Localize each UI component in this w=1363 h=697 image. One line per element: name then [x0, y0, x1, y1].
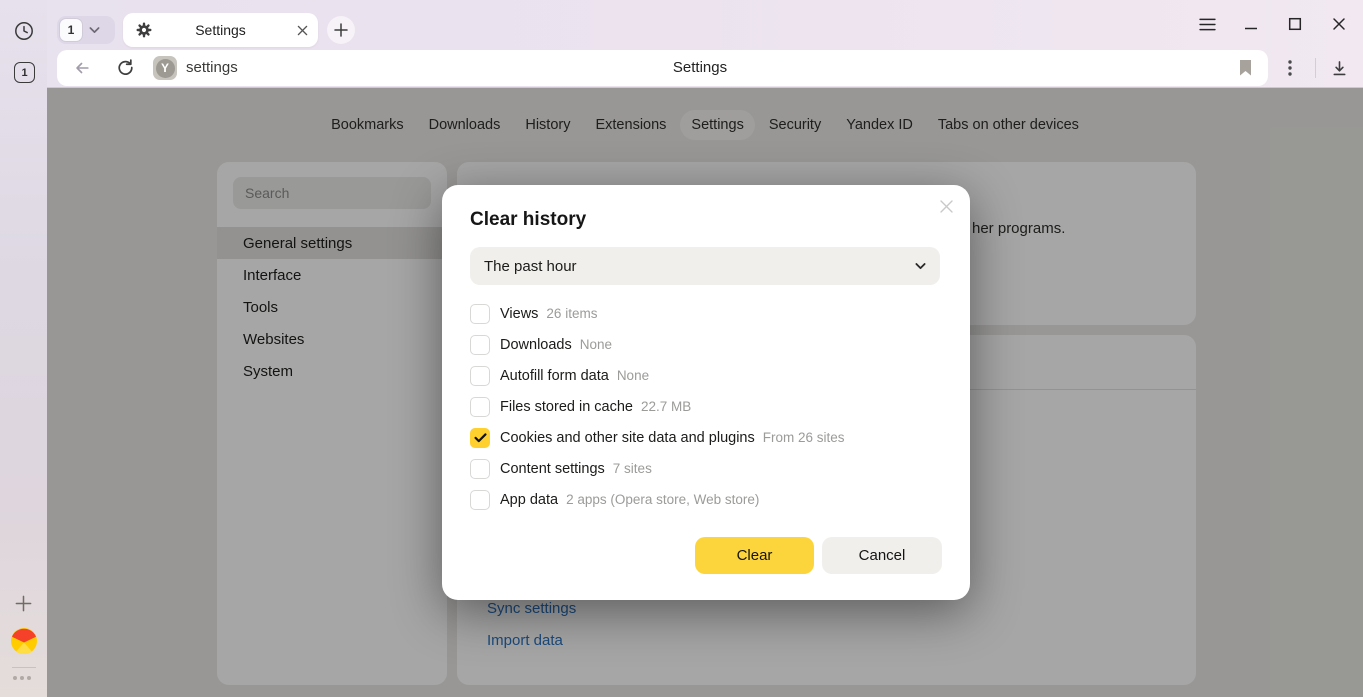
tab-panel-badge[interactable]: 1 — [14, 62, 35, 83]
checkbox[interactable] — [470, 428, 490, 448]
checkbox[interactable] — [470, 490, 490, 510]
chevron-down-icon — [89, 26, 100, 34]
tab-count-badge: 1 — [60, 19, 82, 41]
tab-close-icon[interactable] — [297, 25, 308, 36]
option-label: Autofill form data — [500, 368, 609, 384]
clear-history-dialog: Clear history The past hour Views 26 ite… — [442, 185, 970, 600]
time-range-value: The past hour — [484, 258, 577, 275]
option-detail: From 26 sites — [763, 430, 845, 445]
site-badge-chip[interactable]: Y — [153, 56, 177, 80]
clear-option-row[interactable]: Content settings 7 sites — [470, 453, 942, 484]
option-label: Cookies and other site data and plugins — [500, 430, 755, 446]
browser-left-rail: 1 — [0, 0, 47, 697]
option-label: App data — [500, 492, 558, 508]
option-label: Views — [500, 306, 538, 322]
bookmark-icon[interactable] — [1239, 60, 1252, 76]
clear-option-row[interactable]: Files stored in cache 22.7 MB — [470, 391, 942, 422]
clear-option-row[interactable]: Autofill form data None — [470, 360, 942, 391]
dialog-close-icon[interactable] — [939, 199, 954, 214]
close-icon[interactable] — [1317, 0, 1361, 48]
rail-divider — [12, 667, 36, 668]
download-icon[interactable] — [1328, 57, 1350, 79]
option-label: Content settings — [500, 461, 605, 477]
clear-option-row[interactable]: Downloads None — [470, 329, 942, 360]
tab-strip: 1 Settings — [47, 0, 1363, 48]
checkbox[interactable] — [470, 459, 490, 479]
toolbar: Y settings Settings — [47, 48, 1363, 88]
reload-icon[interactable] — [116, 58, 135, 77]
maximize-icon[interactable] — [1273, 0, 1317, 48]
option-label: Files stored in cache — [500, 399, 633, 415]
option-detail: 2 apps (Opera store, Web store) — [566, 492, 759, 507]
yandex-site-icon: Y — [156, 59, 175, 78]
more-menu-icon[interactable] — [1279, 57, 1301, 79]
toolbar-divider — [1315, 58, 1316, 78]
address-bar[interactable]: Y settings Settings — [57, 50, 1268, 86]
option-detail: 22.7 MB — [641, 399, 691, 414]
option-detail: 26 items — [546, 306, 597, 321]
time-range-select[interactable]: The past hour — [470, 247, 940, 285]
clear-option-row[interactable]: Cookies and other site data and plugins … — [470, 422, 942, 453]
add-icon[interactable] — [14, 594, 33, 613]
tab-settings[interactable]: Settings — [123, 13, 318, 47]
dialog-title: Clear history — [470, 209, 586, 231]
clear-option-row[interactable]: Views 26 items — [470, 298, 942, 329]
cancel-button[interactable]: Cancel — [822, 537, 942, 574]
yandex-logo-icon[interactable] — [11, 628, 37, 654]
chevron-down-icon — [915, 262, 926, 270]
back-icon[interactable] — [73, 59, 91, 77]
window-controls — [1185, 0, 1361, 48]
option-detail: 7 sites — [613, 461, 652, 476]
page-title: Settings — [610, 59, 790, 76]
tab-count-dropdown[interactable]: 1 — [57, 16, 115, 44]
option-label: Downloads — [500, 337, 572, 353]
history-clock-icon[interactable] — [14, 21, 34, 41]
checkbox[interactable] — [470, 397, 490, 417]
new-tab-button[interactable] — [327, 16, 355, 44]
url-text[interactable]: settings — [186, 59, 238, 76]
clear-button[interactable]: Clear — [695, 537, 814, 574]
rail-more-icon[interactable] — [13, 676, 31, 680]
minimize-icon[interactable] — [1229, 0, 1273, 48]
clear-option-row[interactable]: App data 2 apps (Opera store, Web store) — [470, 484, 942, 515]
tab-title: Settings — [123, 22, 318, 38]
menu-icon[interactable] — [1185, 0, 1229, 48]
checkbox[interactable] — [470, 335, 490, 355]
option-detail: None — [617, 368, 649, 383]
browser-chrome: 1 Settings — [0, 0, 1363, 88]
checkbox[interactable] — [470, 366, 490, 386]
option-detail: None — [580, 337, 612, 352]
clear-options-list: Views 26 items Downloads None Autofill f… — [470, 298, 942, 515]
dialog-buttons: Clear Cancel — [695, 537, 942, 574]
checkbox[interactable] — [470, 304, 490, 324]
